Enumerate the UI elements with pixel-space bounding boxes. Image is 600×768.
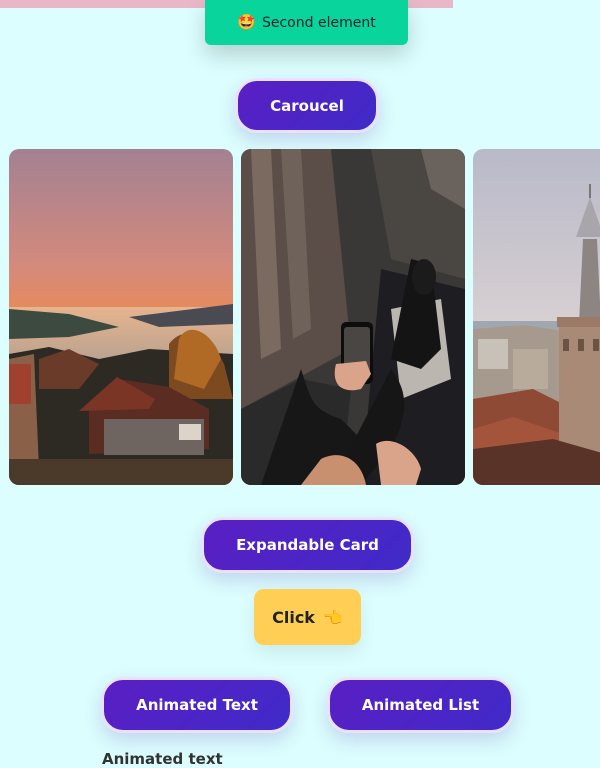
carousel-button[interactable]: Caroucel — [235, 78, 379, 133]
click-button-label: Click — [272, 607, 315, 627]
pointing-hand-icon: 👈 — [322, 607, 343, 627]
animated-list-button[interactable]: Animated List — [327, 677, 514, 733]
second-element-label: Second element — [261, 14, 376, 31]
person-holding-phone-photo — [241, 149, 465, 485]
sunset-city-photo — [9, 149, 233, 485]
click-button[interactable]: Click 👈 — [254, 589, 361, 645]
second-element-card[interactable]: 🤩 Second element — [205, 0, 408, 45]
animated-text-button[interactable]: Animated Text — [101, 677, 293, 733]
tower-city-photo — [473, 149, 600, 485]
animated-text-heading: Animated text — [102, 750, 223, 768]
animated-list-button-label: Animated List — [361, 696, 480, 714]
carousel-slide-tower[interactable] — [473, 149, 600, 485]
image-carousel[interactable] — [0, 149, 600, 485]
expandable-card-button-label: Expandable Card — [236, 536, 379, 554]
carousel-button-label: Caroucel — [270, 96, 344, 115]
carousel-slide-phone[interactable] — [241, 149, 465, 485]
animated-text-button-label: Animated Text — [136, 696, 258, 714]
expandable-card-button[interactable]: Expandable Card — [201, 517, 414, 573]
star-struck-emoji-icon: 🤩 — [237, 13, 256, 31]
carousel-slide-sunset[interactable] — [9, 149, 233, 485]
